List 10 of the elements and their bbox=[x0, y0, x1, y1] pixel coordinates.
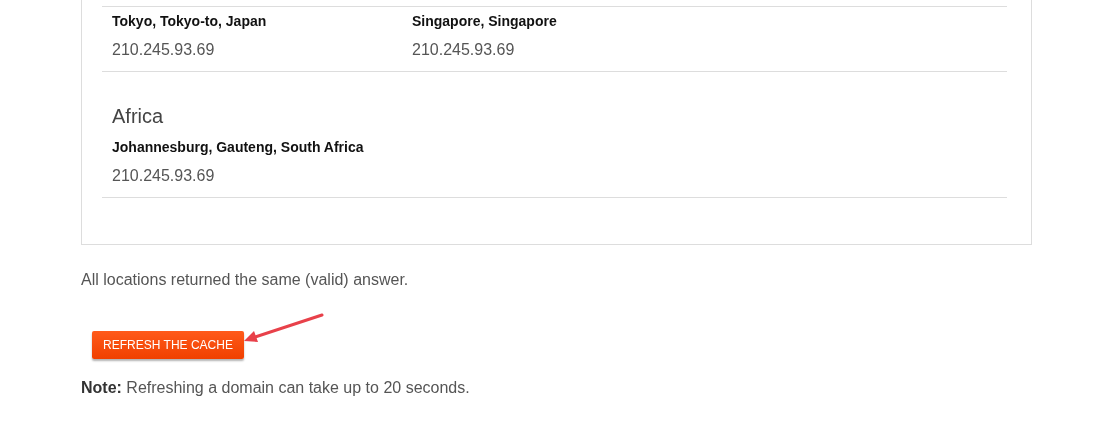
location-name: Johannesburg, Gauteng, South Africa bbox=[112, 139, 364, 155]
refresh-button[interactable]: REFRESH THE CACHE bbox=[92, 331, 244, 359]
ip-address: 210.245.93.69 bbox=[112, 167, 215, 185]
summary-text: All locations returned the same (valid) answer. bbox=[81, 271, 409, 289]
ip-address: 210.245.93.69 bbox=[112, 41, 215, 59]
ip-address: 210.245.93.69 bbox=[412, 41, 515, 59]
location-name: Tokyo, Tokyo-to, Japan bbox=[112, 13, 267, 29]
location-name: Singapore, Singapore bbox=[412, 13, 557, 29]
region-heading: Africa bbox=[112, 104, 165, 128]
note-text: Note: Refreshing a domain can take up to 20 seconds. bbox=[81, 379, 470, 397]
